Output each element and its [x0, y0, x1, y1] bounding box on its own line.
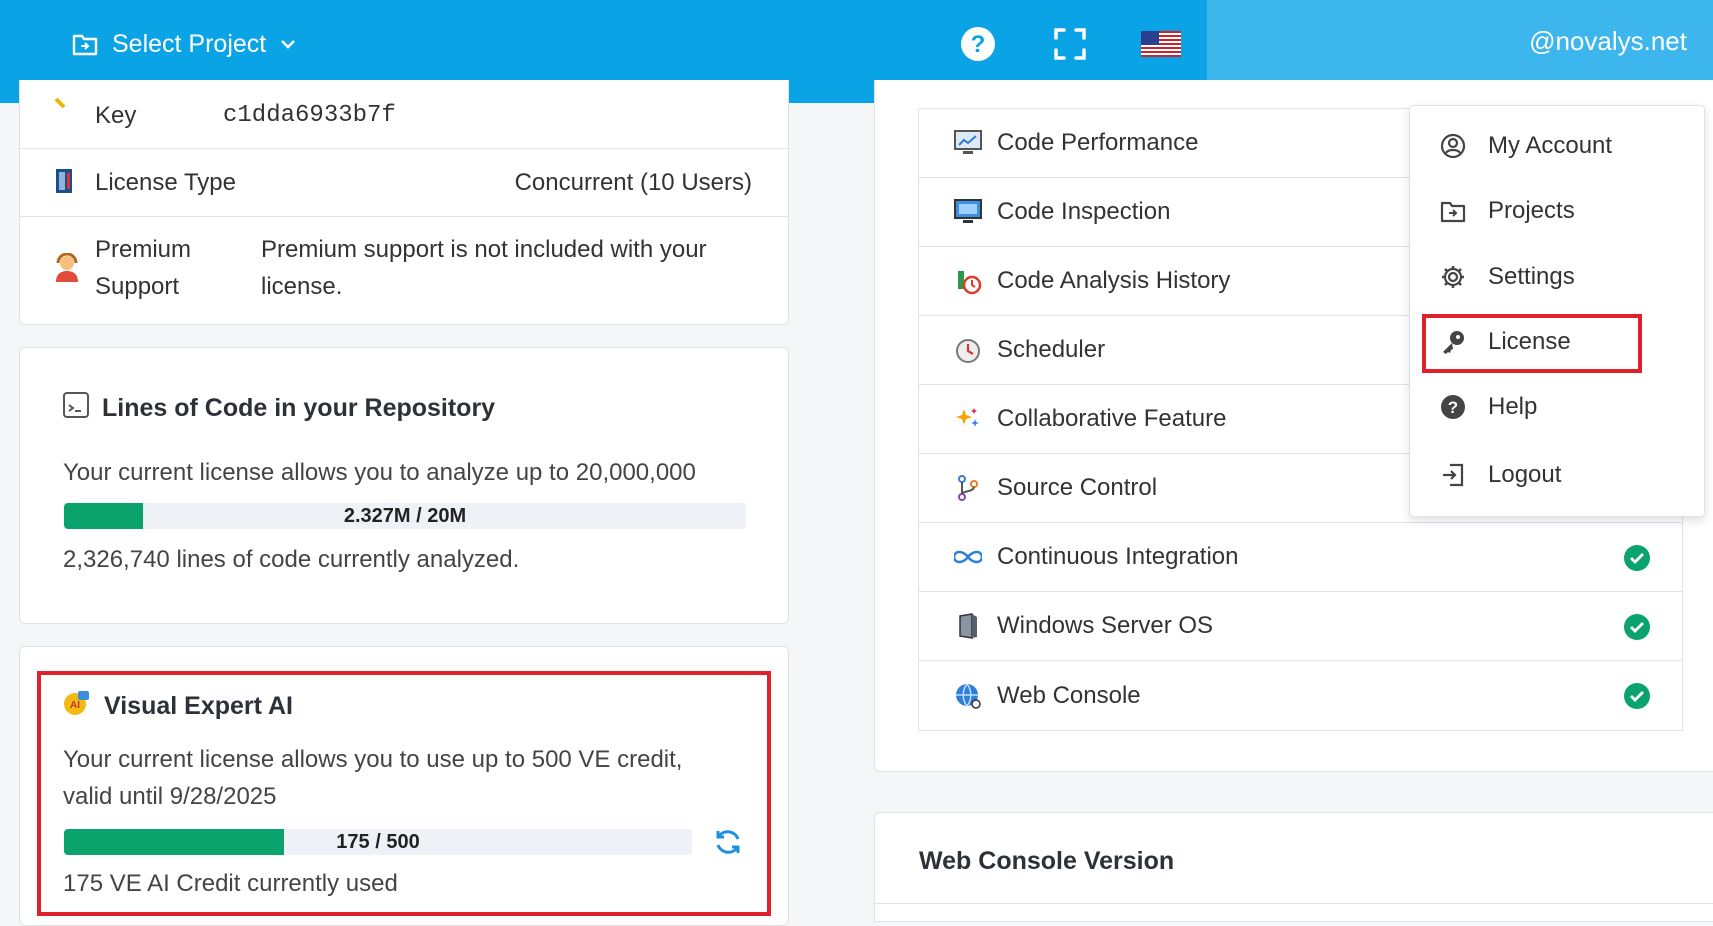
version-divider [875, 903, 1713, 904]
history-icon [953, 266, 983, 296]
check-icon [1624, 545, 1650, 571]
menu-item-my-account[interactable]: My Account [1440, 132, 1612, 160]
branch-icon [953, 473, 983, 503]
feature-label: Scheduler [997, 336, 1106, 363]
menu-item-help[interactable]: ? Help [1440, 393, 1537, 421]
loc-card: Lines of Code in your Repository Your cu… [19, 347, 789, 624]
check-icon [1624, 614, 1650, 640]
loc-progress-bar: 2.327M / 20M [64, 503, 746, 529]
account-icon [1440, 133, 1466, 159]
infinity-icon [953, 542, 983, 572]
check-icon [1624, 683, 1650, 709]
menu-item-label: Projects [1488, 197, 1575, 224]
loc-description: Your current license allows you to analy… [63, 459, 696, 486]
loc-title-row: Lines of Code in your Repository [62, 391, 495, 426]
version-card: Web Console Version [874, 812, 1713, 922]
ai-highlight-box [37, 671, 771, 916]
folder-icon [72, 32, 98, 56]
key-icon [54, 90, 76, 118]
feature-label: Continuous Integration [997, 543, 1239, 570]
key-value: c1dda6933b7f [223, 102, 396, 129]
feature-row: Web Console [919, 661, 1682, 730]
sparkle-icon [953, 404, 983, 434]
feature-row: Continuous Integration [919, 523, 1682, 592]
menu-item-logout[interactable]: Logout [1440, 461, 1561, 489]
license-type-icon [54, 167, 74, 202]
feature-label: Source Control [997, 474, 1158, 501]
user-name[interactable]: @novalys.net [1529, 26, 1687, 57]
help-icon[interactable]: ? [958, 24, 998, 64]
license-key-row: Key c1dda6933b7f [20, 80, 788, 149]
feature-label: Code Inspection [997, 198, 1171, 225]
license-type-label: License Type [95, 169, 236, 196]
loc-progress-label: 2.327M / 20M [343, 505, 467, 527]
feature-label: Windows Server OS [997, 612, 1214, 639]
menu-item-label: Logout [1488, 461, 1562, 488]
folder-icon [1440, 199, 1466, 223]
server-icon [953, 611, 983, 641]
feature-row: Windows Server OS [919, 592, 1682, 661]
gear-icon [1440, 264, 1466, 290]
select-project-button[interactable]: Select Project [72, 24, 296, 64]
version-title: Web Console Version [919, 847, 1175, 875]
feature-label: Code Analysis History [997, 267, 1231, 294]
code-icon [62, 391, 90, 426]
menu-item-label: Settings [1488, 263, 1575, 290]
monitor-icon [953, 197, 983, 227]
select-project-label: Select Project [112, 29, 267, 58]
globe-icon [953, 681, 983, 711]
license-type-value: Concurrent (10 Users) [514, 169, 752, 196]
chevron-down-icon [280, 39, 296, 49]
premium-label-line2: Support [95, 273, 180, 300]
menu-item-label: Help [1488, 393, 1538, 420]
premium-support-row: Premium Support Premium support is not i… [20, 217, 788, 325]
feature-label: Web Console [997, 681, 1141, 709]
feature-label: Collaborative Feature [997, 405, 1227, 432]
user-menu: My Account Projects Settings License ? H… [1409, 105, 1705, 517]
premium-value-line2: license. [261, 273, 343, 300]
menu-item-settings[interactable]: Settings [1440, 263, 1575, 291]
menu-item-label: My Account [1488, 132, 1613, 159]
key-label: Key [95, 102, 137, 129]
support-agent-icon [54, 252, 80, 290]
loc-title: Lines of Code in your Repository [102, 394, 496, 422]
scheduler-icon [953, 335, 983, 365]
chart-monitor-icon [953, 128, 983, 158]
menu-item-projects[interactable]: Projects [1440, 197, 1575, 225]
svg-text:?: ? [1448, 398, 1458, 417]
premium-label-line1: Premium [95, 236, 192, 263]
us-flag-icon[interactable] [1140, 24, 1182, 64]
premium-value-line1: Premium support is not included with you… [261, 236, 707, 263]
svg-text:?: ? [971, 31, 986, 58]
fullscreen-icon[interactable] [1050, 24, 1090, 64]
help-circle-icon: ? [1440, 394, 1466, 420]
license-info-card: Key c1dda6933b7f License Type Concurrent… [19, 80, 789, 325]
feature-label: Code Performance [997, 129, 1199, 156]
logout-icon [1440, 462, 1466, 488]
loc-analyzed-text: 2,326,740 lines of code currently analyz… [63, 546, 520, 573]
license-type-row: License Type Concurrent (10 Users) [20, 149, 788, 217]
license-highlight-box [1422, 314, 1642, 373]
